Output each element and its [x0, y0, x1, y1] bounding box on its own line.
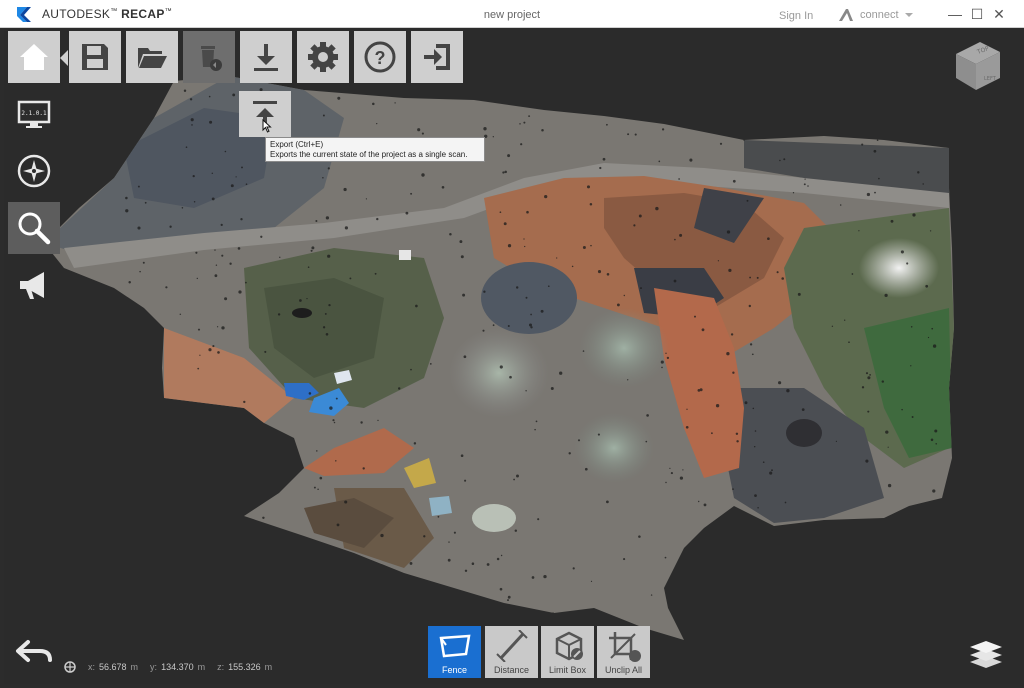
unclip-icon — [608, 632, 641, 662]
coordinates-readout: x: 56.678 m y: 134.370 m z: 155.326 m — [64, 660, 272, 674]
home-icon — [20, 44, 48, 70]
limit-box-label: Limit Box — [548, 665, 586, 675]
fence-icon — [439, 634, 470, 658]
chevron-down-icon — [904, 13, 913, 17]
maximize-button[interactable]: ☐ — [968, 6, 986, 24]
svg-text:?: ? — [375, 48, 386, 68]
download-icon — [254, 44, 278, 71]
y-unit: m — [197, 662, 206, 672]
display-settings-button[interactable]: 2.1.0.1 — [8, 88, 60, 140]
floppy-disk-icon — [82, 44, 108, 70]
viewcube-left-label: LEFT — [984, 76, 997, 82]
settings-button[interactable] — [297, 31, 349, 83]
connect-label: connect — [860, 9, 899, 21]
sign-in-link[interactable]: Sign In — [779, 10, 813, 22]
trash-icon — [201, 46, 222, 71]
3d-viewport[interactable] — [4, 28, 1020, 684]
limit-box-icon — [555, 631, 583, 661]
layers-button[interactable] — [966, 636, 1006, 670]
x-value: 56.678 — [99, 662, 127, 672]
megaphone-icon — [20, 272, 44, 299]
close-window-button[interactable]: ✕ — [990, 6, 1008, 24]
export-tooltip: Export (Ctrl+E) Exports the current stat… — [265, 137, 485, 162]
view-cube[interactable]: TOP LEFT — [950, 36, 1006, 96]
z-unit: m — [264, 662, 273, 672]
distance-tool-button[interactable]: Distance — [485, 626, 538, 678]
compass-icon — [17, 154, 51, 188]
unclip-all-tool-button[interactable]: Unclip All — [597, 626, 650, 678]
point-cloud-scan[interactable] — [4, 28, 1020, 684]
search-button[interactable] — [8, 202, 60, 254]
tooltip-title: Export (Ctrl+E) — [270, 140, 324, 149]
z-value: 155.326 — [228, 662, 261, 672]
export-button[interactable] — [239, 91, 291, 137]
help-button[interactable]: ? — [354, 31, 406, 83]
gear-icon — [308, 42, 338, 72]
y-label: y: — [150, 662, 158, 672]
fence-label: Fence — [441, 665, 467, 675]
z-label: z: — [217, 662, 225, 672]
save-button[interactable] — [69, 31, 121, 83]
search-icon — [18, 212, 51, 245]
exit-button[interactable] — [411, 31, 463, 83]
open-button[interactable] — [126, 31, 178, 83]
y-value: 134.370 — [161, 662, 194, 672]
tooltip-description: Exports the current state of the project… — [270, 150, 468, 159]
folder-icon — [138, 48, 167, 68]
monitor-icon: 2.1.0.1 — [17, 100, 51, 128]
exit-icon — [424, 44, 450, 70]
monitor-screen-text: 2.1.0.1 — [21, 110, 47, 117]
home-button[interactable] — [8, 31, 60, 83]
mouse-cursor-icon — [262, 119, 272, 133]
x-label: x: — [88, 662, 96, 672]
home-button-notch — [60, 50, 68, 66]
x-unit: m — [130, 662, 139, 672]
fence-tool-button[interactable]: Fence — [428, 626, 481, 678]
back-button[interactable] — [14, 636, 54, 668]
distance-icon — [495, 630, 528, 662]
annotate-button[interactable] — [8, 259, 60, 311]
delete-button[interactable] — [183, 31, 235, 83]
recap-window: AUTODESK™ RECAP™ new project Sign In con… — [0, 0, 1024, 688]
autodesk-a-icon — [839, 9, 853, 21]
question-icon: ? — [364, 41, 396, 73]
connect-menu[interactable]: connect — [838, 6, 913, 24]
minimize-button[interactable]: — — [946, 6, 964, 24]
import-export-button[interactable] — [240, 31, 292, 83]
unclip-all-label: Unclip All — [604, 665, 642, 675]
limit-box-tool-button[interactable]: Limit Box — [541, 626, 594, 678]
crosshair-icon — [64, 661, 76, 673]
title-bar: AUTODESK™ RECAP™ new project Sign In con… — [0, 0, 1024, 28]
navigation-button[interactable] — [8, 145, 60, 197]
distance-label: Distance — [493, 665, 529, 675]
